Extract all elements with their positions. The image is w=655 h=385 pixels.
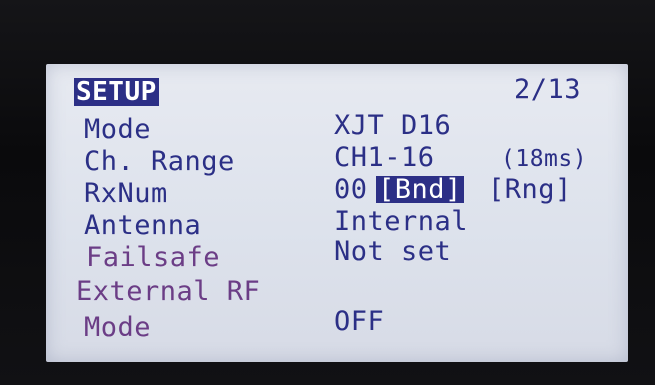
rxnum-value[interactable]: 00	[334, 176, 368, 203]
lcd-screen: SETUP 2/13 Mode XJT D16 Ch. Range CH1-16…	[46, 64, 628, 362]
radio-device-frame: SETUP 2/13 Mode XJT D16 Ch. Range CH1-16…	[0, 0, 655, 385]
mode-value[interactable]: XJT D16	[334, 112, 451, 139]
antenna-value[interactable]: Internal	[334, 208, 468, 235]
mode-label: Mode	[84, 114, 152, 145]
failsafe-label: Failsafe	[86, 242, 221, 273]
page-indicator: 2/13	[514, 74, 582, 105]
ch-range-timing: (18ms)	[501, 146, 588, 172]
bind-button[interactable]: [Bnd]	[376, 176, 464, 203]
rxnum-label: RxNum	[84, 178, 168, 209]
external-rf-section-label: External RF	[76, 276, 261, 307]
ch-range-value[interactable]: CH1-16	[334, 144, 435, 171]
antenna-label: Antenna	[84, 210, 202, 241]
external-rf-mode-value[interactable]: OFF	[334, 308, 384, 335]
external-rf-mode-label: Mode	[84, 312, 152, 343]
range-check-button[interactable]: [Rng]	[488, 176, 572, 203]
ch-range-label: Ch. Range	[84, 146, 235, 177]
page-title: SETUP	[74, 77, 159, 107]
failsafe-value[interactable]: Not set	[334, 238, 451, 265]
